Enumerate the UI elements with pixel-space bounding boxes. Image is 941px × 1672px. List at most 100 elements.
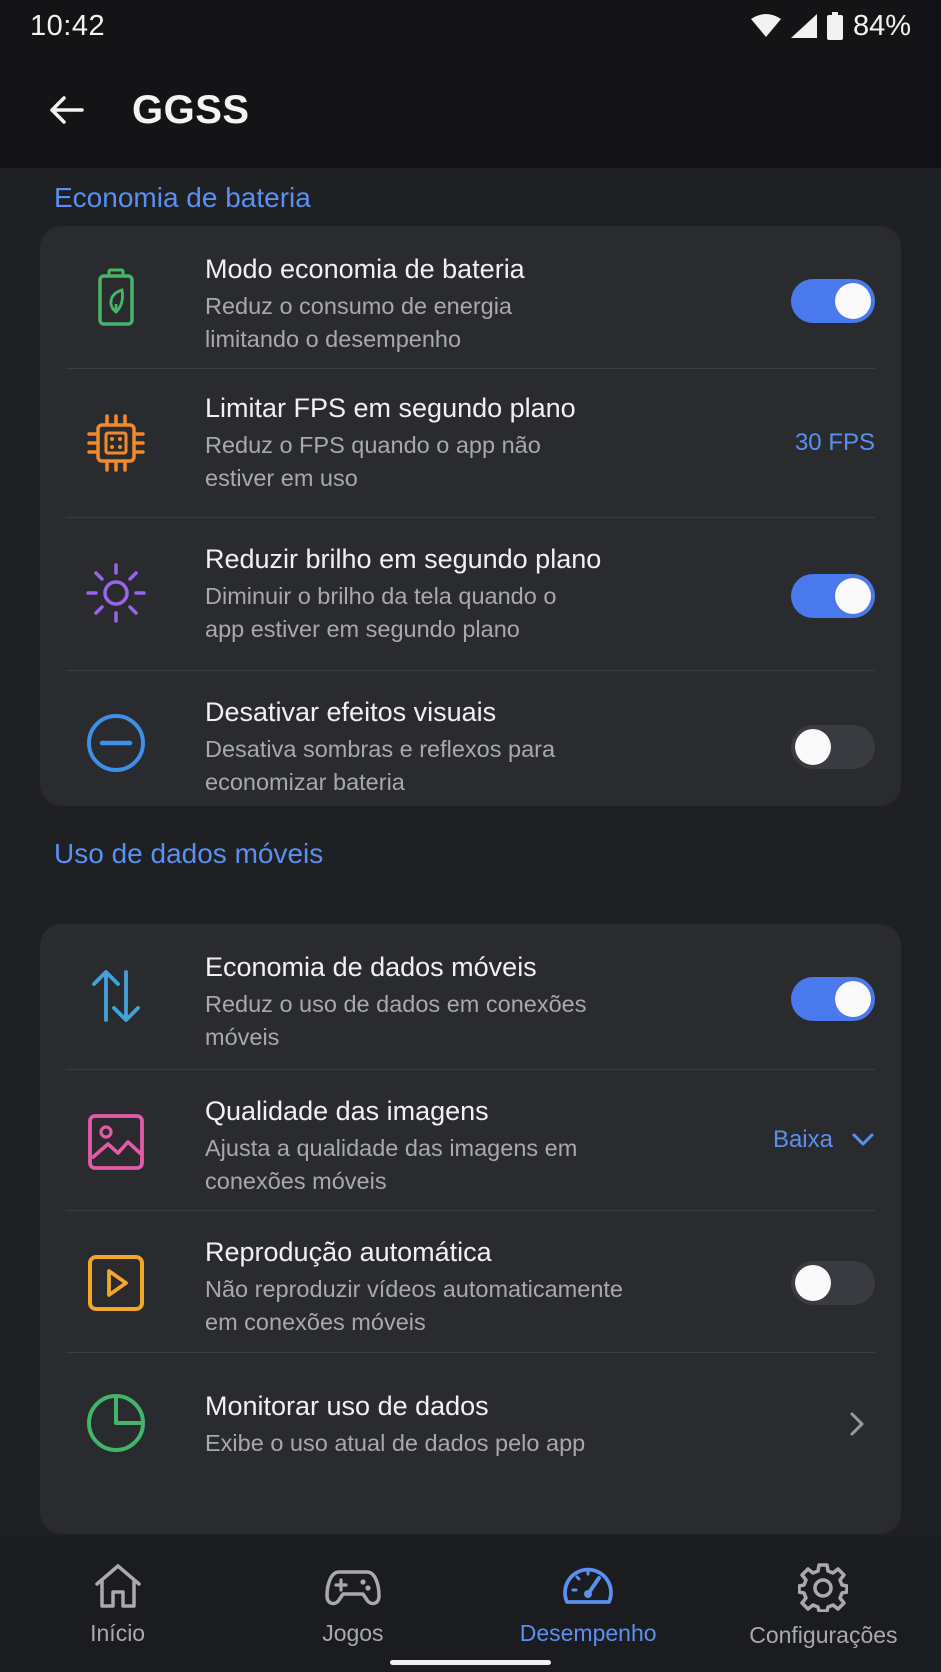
row-subtitle: Reduz o FPS quando o app não estiver em … — [205, 429, 695, 495]
section-title-data: Uso de dados móveis — [54, 838, 324, 869]
wifi-icon — [750, 14, 781, 37]
row-text: Limitar FPS em segundo plano Reduz o FPS… — [205, 391, 695, 495]
row-subtitle-line: Não reproduzir vídeos automaticamente — [205, 1276, 623, 1302]
page-title: GGSS — [132, 87, 250, 132]
status-time: 10:42 — [30, 9, 106, 42]
row-subtitle: Ajusta a qualidade das imagens em conexõ… — [205, 1132, 695, 1198]
row-text: Desativar efeitos visuais Desativa sombr… — [205, 695, 695, 799]
battery-percent: 84% — [852, 9, 911, 42]
settings-content[interactable]: Economia de bateria Modo economia de bat… — [0, 168, 941, 1536]
play-box-icon — [76, 1243, 156, 1323]
row-subtitle: Desativa sombras e reflexos para economi… — [205, 733, 695, 799]
toggle-knob — [835, 283, 871, 319]
nav-item-games[interactable]: Jogos — [235, 1536, 470, 1672]
row-monitor-data[interactable]: Monitorar uso de dados Exibe o uso atual… — [40, 1353, 901, 1495]
status-bar: 10:42 84% — [0, 0, 941, 52]
app-bar: GGSS — [0, 52, 941, 168]
row-subtitle-line: Exibe o uso atual de dados pelo app — [205, 1430, 586, 1456]
row-title: Modo economia de bateria — [205, 254, 525, 284]
row-title: Qualidade das imagens — [205, 1096, 489, 1126]
row-disable-effects[interactable]: Desativar efeitos visuais Desativa sombr… — [40, 671, 901, 806]
row-subtitle-line: Desativa sombras e reflexos para — [205, 736, 556, 762]
arrow-left-icon — [50, 96, 84, 124]
data-saver-toggle[interactable] — [791, 977, 875, 1021]
row-subtitle-line: conexões móveis — [205, 1168, 387, 1194]
battery-leaf-icon — [76, 258, 156, 338]
row-autoplay[interactable]: Reprodução automática Não reproduzir víd… — [40, 1211, 901, 1353]
battery-icon — [826, 12, 843, 40]
toggle-knob — [835, 981, 871, 1017]
row-data-saver[interactable]: Economia de dados móveis Reduz o uso de … — [40, 924, 901, 1070]
row-subtitle-line: móveis — [205, 1024, 280, 1050]
pie-chart-icon — [76, 1383, 156, 1463]
data-arrows-icon — [76, 956, 156, 1036]
row-subtitle: Reduz o uso de dados em conexões móveis — [205, 988, 695, 1054]
row-subtitle-line: app estiver em segundo plano — [205, 616, 520, 642]
autoplay-toggle[interactable] — [791, 1261, 875, 1305]
home-icon — [94, 1564, 141, 1608]
row-title: Reprodução automática — [205, 1237, 492, 1267]
row-subtitle-line: economizar bateria — [205, 769, 405, 795]
toggle-knob — [835, 578, 871, 614]
bottom-nav: Início Jogos Desempenho Configurações — [0, 1536, 941, 1672]
row-limit-fps[interactable]: Limitar FPS em segundo plano Reduz o FPS… — [40, 369, 901, 518]
signal-icon — [790, 14, 817, 38]
battery-saver-toggle[interactable] — [791, 279, 875, 323]
row-title: Limitar FPS em segundo plano — [205, 393, 576, 423]
row-subtitle: Exibe o uso atual de dados pelo app — [205, 1427, 695, 1460]
row-subtitle: Diminuir o brilho da tela quando o app e… — [205, 580, 695, 646]
dropdown-value: Baixa — [772, 1126, 833, 1153]
row-title: Reduzir brilho em segundo plano — [205, 544, 602, 574]
chevron-down-icon — [852, 1133, 874, 1146]
battery-settings-card: Modo economia de bateria Reduz o consumo… — [40, 226, 901, 806]
chevron-right-icon[interactable] — [849, 1411, 865, 1437]
gear-icon — [798, 1563, 849, 1612]
row-subtitle-line: Reduz o uso de dados em conexões — [205, 991, 587, 1017]
minus-circle-icon — [76, 703, 156, 783]
image-quality-dropdown[interactable]: Baixa — [773, 1126, 875, 1154]
row-subtitle-line: Diminuir o brilho da tela quando o — [205, 583, 557, 609]
nav-label: Jogos — [322, 1620, 384, 1646]
row-text: Reprodução automática Não reproduzir víd… — [205, 1235, 695, 1339]
image-icon — [76, 1102, 156, 1182]
row-subtitle-line: estiver em uso — [205, 465, 358, 491]
row-text: Modo economia de bateria Reduz o consumo… — [205, 252, 695, 356]
row-reduce-brightness[interactable]: Reduzir brilho em segundo plano Diminuir… — [40, 518, 901, 671]
gamepad-icon — [325, 1570, 381, 1606]
row-title: Desativar efeitos visuais — [205, 697, 497, 727]
fps-limit-value[interactable]: 30 FPS — [795, 429, 875, 457]
row-title: Monitorar uso de dados — [205, 1391, 489, 1421]
sun-icon — [76, 553, 156, 633]
row-subtitle-line: Reduz o FPS quando o app não — [205, 432, 541, 458]
row-text: Monitorar uso de dados Exibe o uso atual… — [205, 1389, 695, 1460]
nav-item-performance[interactable]: Desempenho — [471, 1536, 706, 1672]
toggle-knob — [795, 729, 831, 765]
status-icons: 84% — [750, 9, 911, 43]
toggle-knob — [795, 1265, 831, 1301]
nav-label: Desempenho — [519, 1620, 657, 1646]
nav-item-settings[interactable]: Configurações — [706, 1536, 941, 1672]
row-subtitle-line: limitando o desempenho — [205, 326, 462, 352]
row-subtitle-line: em conexões móveis — [205, 1309, 426, 1335]
row-battery-saver[interactable]: Modo economia de bateria Reduz o consumo… — [40, 226, 901, 369]
row-subtitle: Reduz o consumo de energia limitando o d… — [205, 290, 695, 356]
disable-effects-toggle[interactable] — [791, 725, 875, 769]
row-text: Economia de dados móveis Reduz o uso de … — [205, 950, 695, 1054]
nav-item-home[interactable]: Início — [0, 1536, 235, 1672]
row-subtitle: Não reproduzir vídeos automaticamente em… — [205, 1273, 695, 1339]
row-subtitle-line: Ajusta a qualidade das imagens em — [205, 1135, 578, 1161]
reduce-brightness-toggle[interactable] — [791, 574, 875, 618]
row-subtitle-line: Reduz o consumo de energia — [205, 293, 513, 319]
nav-label: Início — [90, 1620, 146, 1646]
back-button[interactable] — [30, 74, 102, 146]
row-text: Reduzir brilho em segundo plano Diminuir… — [205, 542, 695, 646]
speedometer-icon — [563, 1567, 613, 1604]
nav-label: Configurações — [749, 1622, 898, 1648]
data-settings-card: Economia de dados móveis Reduz o uso de … — [40, 924, 901, 1534]
section-title-battery: Economia de bateria — [54, 182, 311, 213]
row-image-quality[interactable]: Qualidade das imagens Ajusta a qualidade… — [40, 1070, 901, 1211]
cpu-chip-icon — [76, 403, 156, 483]
row-text: Qualidade das imagens Ajusta a qualidade… — [205, 1094, 695, 1198]
home-indicator[interactable] — [390, 1660, 551, 1665]
row-title: Economia de dados móveis — [205, 952, 537, 982]
